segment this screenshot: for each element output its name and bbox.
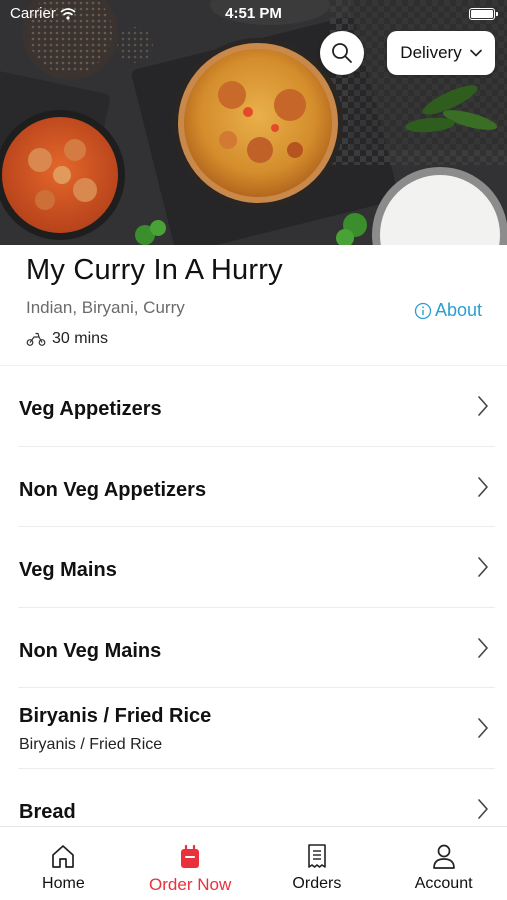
category-title: Veg Appetizers — [19, 398, 162, 420]
delivery-time: 30 mins — [26, 330, 108, 348]
menu-category-veg-mains[interactable]: Veg Mains — [18, 527, 495, 608]
menu-category-bread[interactable]: Bread — [18, 769, 495, 826]
chevron-right-icon — [478, 557, 488, 577]
category-title: Non Veg Mains — [19, 639, 162, 662]
cuisine-list: Indian, Biryani, Curry — [26, 298, 185, 317]
chevron-right-icon — [478, 476, 488, 497]
menu-category-veg-appetizers[interactable]: Veg Appetizers — [18, 366, 495, 447]
chevron-right-icon — [478, 798, 488, 819]
search-icon — [332, 43, 352, 63]
tab-order-now-label: Order Now — [149, 875, 232, 894]
about-label: About — [434, 300, 482, 320]
restaurant-info: My Curry In A Hurry Indian, Biryani, Cur… — [0, 245, 507, 365]
home-icon — [52, 845, 75, 868]
category-title: Non Veg Appetizers — [19, 478, 207, 501]
menu-category-non-veg-appetizers[interactable]: Non Veg Appetizers — [18, 447, 495, 527]
category-title: Veg Mains — [19, 559, 117, 581]
menu-category-biryanis-fried-rice[interactable]: Biryanis / Fried Rice Biryanis / Fried R… — [18, 688, 495, 769]
delivery-mode-selector[interactable]: Delivery — [387, 31, 495, 75]
chevron-right-icon — [478, 637, 488, 658]
person-icon — [432, 844, 455, 869]
tab-order-now[interactable]: Order Now — [127, 827, 254, 900]
delivery-time-label: 30 mins — [52, 330, 109, 347]
tab-home[interactable]: Home — [0, 827, 127, 900]
search-button[interactable] — [320, 31, 364, 75]
hero-banner: Carrier 4:51 PM Delivery — [0, 0, 507, 245]
delivery-mode-label: Delivery — [400, 43, 462, 62]
battery-icon — [469, 8, 498, 20]
tab-home-label: Home — [42, 875, 85, 892]
chevron-down-icon — [469, 49, 482, 57]
restaurant-name: My Curry In A Hurry — [26, 254, 283, 286]
tab-orders[interactable]: Orders — [254, 827, 381, 900]
menu-category-non-veg-mains[interactable]: Non Veg Mains — [18, 608, 495, 688]
tab-orders-label: Orders — [292, 875, 342, 892]
receipt-icon — [308, 844, 326, 868]
menu-category-list: Veg Appetizers Non Veg Appetizers Veg Ma… — [0, 365, 507, 825]
tab-account-label: Account — [414, 875, 473, 892]
chevron-right-icon — [478, 396, 488, 416]
bottom-tab-bar: Home Order Now Orders Account — [0, 826, 507, 900]
about-link[interactable]: About — [414, 300, 482, 321]
category-title: Biryanis / Fried Rice — [19, 705, 212, 727]
chevron-right-icon — [478, 718, 488, 738]
category-title: Bread — [19, 800, 76, 823]
info-icon — [414, 302, 432, 319]
shopping-bag-icon — [181, 844, 200, 868]
scooter-icon — [26, 332, 46, 346]
clock: 4:51 PM — [225, 5, 282, 22]
status-bar: Carrier 4:51 PM — [0, 0, 507, 28]
tab-account[interactable]: Account — [380, 827, 507, 900]
category-subtitle: Biryanis / Fried Rice — [19, 736, 163, 753]
